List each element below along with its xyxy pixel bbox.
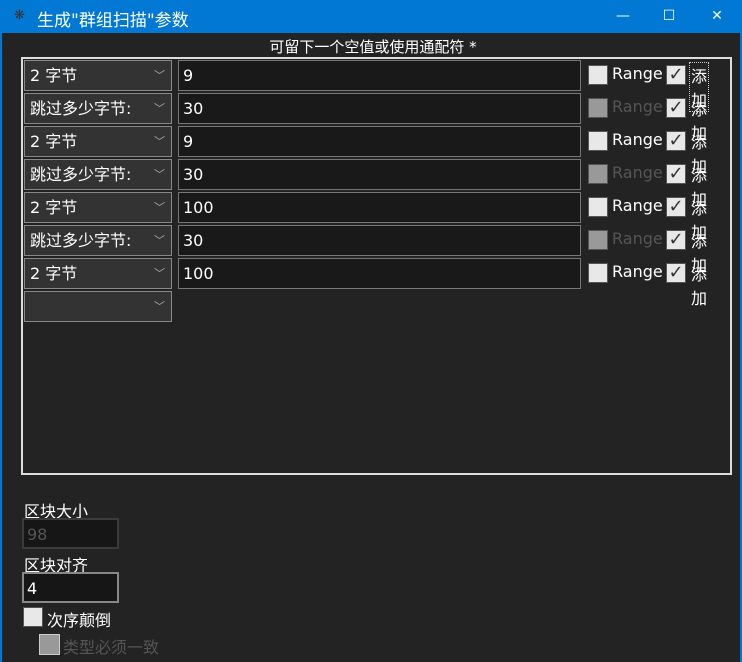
value-input[interactable]: 30 (178, 225, 581, 256)
maximize-button[interactable]: ☐ (646, 0, 692, 33)
checkmark-icon: ✓ (668, 163, 684, 184)
block-size-field[interactable]: 98 (22, 518, 119, 549)
range-checkbox[interactable] (588, 230, 608, 250)
range-label: Range (612, 97, 663, 116)
reverse-order-label: 次序颠倒 (47, 611, 112, 630)
value-input[interactable]: 100 (178, 192, 581, 223)
range-checkbox[interactable] (588, 131, 608, 151)
hint-text: 可留下一个空值或使用通配符 * (269, 38, 477, 56)
type-combobox[interactable]: 跳过多少字节: ﹀ (24, 159, 172, 190)
type-combobox[interactable]: 2 字节 ﹀ (24, 258, 172, 289)
checkmark-icon: ✓ (668, 97, 684, 118)
range-checkbox[interactable] (588, 164, 608, 184)
range-label: Range (612, 64, 663, 83)
add-checkbox[interactable]: ✓ (666, 65, 686, 85)
range-checkbox[interactable] (588, 197, 608, 217)
block-align-field[interactable]: 4 (22, 572, 119, 603)
chevron-down-icon: ﹀ (154, 234, 165, 247)
range-label: Range (612, 262, 663, 281)
type-combobox[interactable]: 跳过多少字节: ﹀ (24, 93, 172, 124)
chevron-down-icon: ﹀ (154, 102, 165, 115)
range-checkbox[interactable] (588, 98, 608, 118)
checkmark-icon: ✓ (668, 262, 684, 283)
add-checkbox[interactable]: ✓ (666, 131, 686, 151)
add-checkbox[interactable]: ✓ (666, 197, 686, 217)
type-must-match-label: 类型必须一致 (63, 638, 160, 657)
value-input[interactable]: 30 (178, 93, 581, 124)
chevron-down-icon: ﹀ (154, 135, 165, 148)
type-must-match-checkbox[interactable] (39, 634, 60, 655)
value-input[interactable]: 100 (178, 258, 581, 289)
type-combobox[interactable]: ﹀ (24, 291, 172, 322)
app-icon: ❋ (14, 8, 25, 23)
range-label: Range (612, 163, 663, 182)
type-value: 2 字节 (30, 66, 78, 85)
close-button[interactable]: ✕ (694, 0, 740, 33)
chevron-down-icon: ﹀ (154, 300, 165, 313)
add-checkbox[interactable]: ✓ (666, 164, 686, 184)
add-checkbox[interactable]: ✓ (666, 98, 686, 118)
checkmark-icon: ✓ (668, 196, 684, 217)
chevron-down-icon: ﹀ (154, 267, 165, 280)
chevron-down-icon: ﹀ (154, 69, 165, 82)
range-checkbox[interactable] (588, 263, 608, 283)
value-input[interactable]: 9 (178, 126, 581, 157)
add-checkbox[interactable]: ✓ (666, 263, 686, 283)
checkmark-icon: ✓ (668, 64, 684, 85)
type-value: 2 字节 (30, 132, 78, 151)
add-checkbox[interactable]: ✓ (666, 230, 686, 250)
range-label: Range (612, 196, 663, 215)
value-input[interactable]: 9 (178, 60, 581, 91)
type-combobox[interactable]: 2 字节 ﹀ (24, 126, 172, 157)
reverse-order-checkbox[interactable] (23, 607, 43, 627)
chevron-down-icon: ﹀ (154, 201, 165, 214)
type-combobox[interactable]: 2 字节 ﹀ (24, 192, 172, 223)
type-value: 跳过多少字节: (30, 231, 132, 250)
title-bar: ❋ 生成"群组扫描"参数 — ☐ ✕ (2, 0, 742, 33)
dialog-window: ❋ 生成"群组扫描"参数 — ☐ ✕ 可留下一个空值或使用通配符 * 2 字节 ﹀… (0, 0, 742, 662)
range-checkbox[interactable] (588, 65, 608, 85)
type-value: 2 字节 (30, 198, 78, 217)
window-title: 生成"群组扫描"参数 (37, 11, 189, 31)
type-combobox[interactable]: 2 字节 ﹀ (24, 60, 172, 91)
type-combobox[interactable]: 跳过多少字节: ﹀ (24, 225, 172, 256)
chevron-down-icon: ﹀ (154, 168, 165, 181)
type-value: 2 字节 (30, 264, 78, 283)
value-input[interactable]: 30 (178, 159, 581, 190)
minimize-button[interactable]: — (600, 0, 646, 33)
checkmark-icon: ✓ (668, 229, 684, 250)
range-label: Range (612, 229, 663, 248)
type-value: 跳过多少字节: (30, 99, 132, 118)
type-value: 跳过多少字节: (30, 165, 132, 184)
range-label: Range (612, 130, 663, 149)
add-label: 添加 (691, 265, 708, 308)
checkmark-icon: ✓ (668, 130, 684, 151)
